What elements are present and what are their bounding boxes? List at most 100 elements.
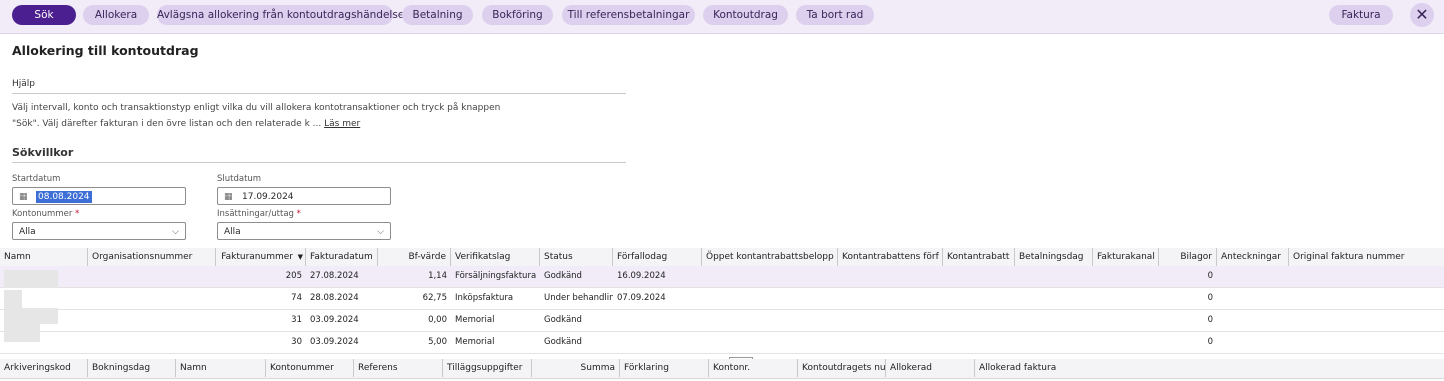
bf-value-cell: 5,00 — [428, 337, 447, 347]
column-header-statement-name[interactable]: Namn — [176, 359, 266, 377]
column-header-statement-number[interactable]: Kontoutdragets nu — [798, 359, 886, 377]
statement-table-header: Arkiveringskod Bokningsdag Namn Kontonum… — [0, 359, 1444, 379]
column-header-invoice-channel[interactable]: Fakturakanal — [1093, 248, 1159, 266]
toolbar: Sök Allokera Avlägsna allokering från ko… — [0, 0, 1444, 34]
due-date-cell: 07.09.2024 — [617, 293, 666, 303]
delete-row-button[interactable]: Ta bort rad — [796, 5, 874, 25]
column-header-additional-info[interactable]: Tilläggsuppgifter — [443, 359, 532, 377]
page-title: Allokering till kontoutdrag — [12, 43, 199, 58]
deposits-withdrawals-select[interactable]: Alla ⌵ — [217, 222, 391, 240]
help-text-line-2: "Sök". Välj därefter fakturan i den övre… — [12, 119, 360, 129]
column-header-original-invoice-number[interactable]: Original faktura nummer — [1289, 248, 1444, 266]
column-header-discount[interactable]: Kontantrabatt — [943, 248, 1015, 266]
close-button[interactable]: ✕ — [1410, 3, 1434, 27]
invoice-number-cell: 31 — [291, 315, 302, 325]
column-header-archive-code[interactable]: Arkiveringskod — [0, 359, 88, 377]
voucher-type-cell: Memorial — [455, 337, 495, 347]
start-date-field[interactable]: ▦ 08.08.2024 — [12, 187, 186, 205]
column-header-payment-day[interactable]: Betalningsdag — [1015, 248, 1093, 266]
attachments-cell: 0 — [1207, 337, 1213, 347]
attachments-cell: 0 — [1207, 293, 1213, 303]
invoice-number-cell: 30 — [291, 337, 302, 347]
due-date-cell: 16.09.2024 — [617, 271, 666, 281]
voucher-type-cell: Inköpsfaktura — [455, 293, 514, 303]
column-header-invoice-date[interactable]: Fakturadatum — [306, 248, 378, 266]
due-date-cell — [613, 310, 702, 331]
end-date-value: 17.09.2024 — [242, 192, 294, 202]
voucher-type-cell: Försäljningsfaktura — [455, 271, 537, 281]
search-criteria-heading: Sökvillkor — [12, 146, 626, 163]
column-header-discount-due[interactable]: Kontantrabattens förf — [838, 248, 943, 266]
invoice-number-cell: 205 — [285, 271, 302, 281]
deposits-withdrawals-label: Insättningar/uttag * — [217, 209, 301, 219]
invoice-date-cell: 03.09.2024 — [310, 315, 359, 325]
attachments-cell: 0 — [1207, 315, 1213, 325]
column-header-due-date[interactable]: Förfallodag — [613, 248, 702, 266]
sort-desc-icon[interactable]: ▼ — [298, 248, 303, 266]
remove-allocation-button[interactable]: Avlägsna allokering från kontoutdragshän… — [157, 5, 404, 25]
redacted-name — [4, 324, 40, 342]
read-more-link[interactable]: Läs mer — [324, 119, 360, 129]
column-header-account-number[interactable]: Kontonummer — [266, 359, 354, 377]
help-text-2: "Sök". Välj därefter fakturan i den övre… — [12, 119, 322, 129]
column-header-name[interactable]: Namn — [0, 248, 88, 266]
table-row[interactable]: 205 27.08.2024 1,14 Försäljningsfaktura … — [0, 266, 1444, 288]
invoice-button[interactable]: Faktura — [1329, 5, 1393, 25]
deposits-withdrawals-label-text: Insättningar/uttag — [217, 209, 294, 219]
help-text-line-1: Välj intervall, konto och transaktionsty… — [12, 103, 501, 113]
posting-button[interactable]: Bokföring — [482, 5, 553, 25]
table-row[interactable]: 74 28.08.2024 62,75 Inköpsfaktura Under … — [0, 288, 1444, 310]
payment-button[interactable]: Betalning — [402, 5, 473, 25]
column-header-allocated-invoice[interactable]: Allokerad faktura — [975, 359, 1095, 377]
close-icon: ✕ — [1415, 5, 1429, 24]
search-button[interactable]: Sök — [12, 5, 76, 25]
bank-statement-button[interactable]: Kontoutdrag — [703, 5, 788, 25]
start-date-value: 08.08.2024 — [36, 191, 92, 203]
invoice-date-cell: 03.09.2024 — [310, 337, 359, 347]
column-header-booking-day[interactable]: Bokningsdag — [88, 359, 176, 377]
account-number-label-text: Kontonummer — [12, 209, 73, 219]
column-header-invoice-number[interactable]: Fakturanummer ▼ — [216, 248, 306, 266]
table-row[interactable]: 31 03.09.2024 0,00 Memorial Godkänd 0 — [0, 310, 1444, 332]
status-cell: Godkänd — [544, 337, 582, 347]
status-cell: Godkänd — [544, 271, 582, 281]
account-number-value: Alla — [19, 227, 36, 237]
attachments-cell: 0 — [1207, 271, 1213, 281]
invoice-number-header-text: Fakturanummer — [221, 252, 293, 262]
reference-payments-button[interactable]: Till referensbetalningar — [562, 5, 695, 25]
invoice-table-header: Namn Organisationsnummer Fakturanummer ▼… — [0, 248, 1444, 267]
allocate-button[interactable]: Allokera — [83, 5, 149, 25]
column-header-allocated[interactable]: Allokerad — [886, 359, 975, 377]
bf-value-cell: 1,14 — [428, 271, 447, 281]
column-header-notes[interactable]: Anteckningar — [1217, 248, 1289, 266]
column-header-org-number[interactable]: Organisationsnummer — [88, 248, 216, 266]
chevron-down-icon: ⌵ — [377, 227, 384, 237]
column-header-voucher-type[interactable]: Verifikatslag — [451, 248, 540, 266]
required-mark: * — [296, 209, 301, 219]
status-cell: Under behandling — [544, 293, 613, 303]
column-header-bf-value[interactable]: Bf-värde — [378, 248, 451, 266]
bf-value-cell: 0,00 — [428, 315, 447, 325]
calendar-icon[interactable]: ▦ — [224, 188, 233, 206]
column-header-explanation[interactable]: Förklaring — [620, 359, 709, 377]
end-date-field[interactable]: ▦ 17.09.2024 — [217, 187, 391, 205]
redacted-name — [4, 308, 58, 324]
help-section-heading: Hjälp — [12, 79, 626, 94]
column-header-sum[interactable]: Summa — [532, 359, 620, 377]
account-number-select[interactable]: Alla ⌵ — [12, 222, 186, 240]
invoice-number-cell: 74 — [291, 293, 302, 303]
column-header-account-nr[interactable]: Kontonr. — [709, 359, 798, 377]
redacted-name — [4, 270, 58, 288]
redacted-name — [4, 290, 22, 308]
column-header-attachments[interactable]: Bilagor — [1159, 248, 1217, 266]
column-header-status[interactable]: Status — [540, 248, 613, 266]
invoice-date-cell: 27.08.2024 — [310, 271, 359, 281]
deposits-withdrawals-value: Alla — [224, 227, 241, 237]
column-header-open-discount[interactable]: Öppet kontantrabattsbelopp — [702, 248, 838, 266]
due-date-cell — [613, 332, 702, 353]
table-row[interactable]: 30 03.09.2024 5,00 Memorial Godkänd 0 — [0, 332, 1444, 354]
column-header-reference[interactable]: Referens — [354, 359, 443, 377]
calendar-icon[interactable]: ▦ — [19, 188, 28, 206]
account-number-label: Kontonummer * — [12, 209, 79, 219]
invoice-date-cell: 28.08.2024 — [310, 293, 359, 303]
